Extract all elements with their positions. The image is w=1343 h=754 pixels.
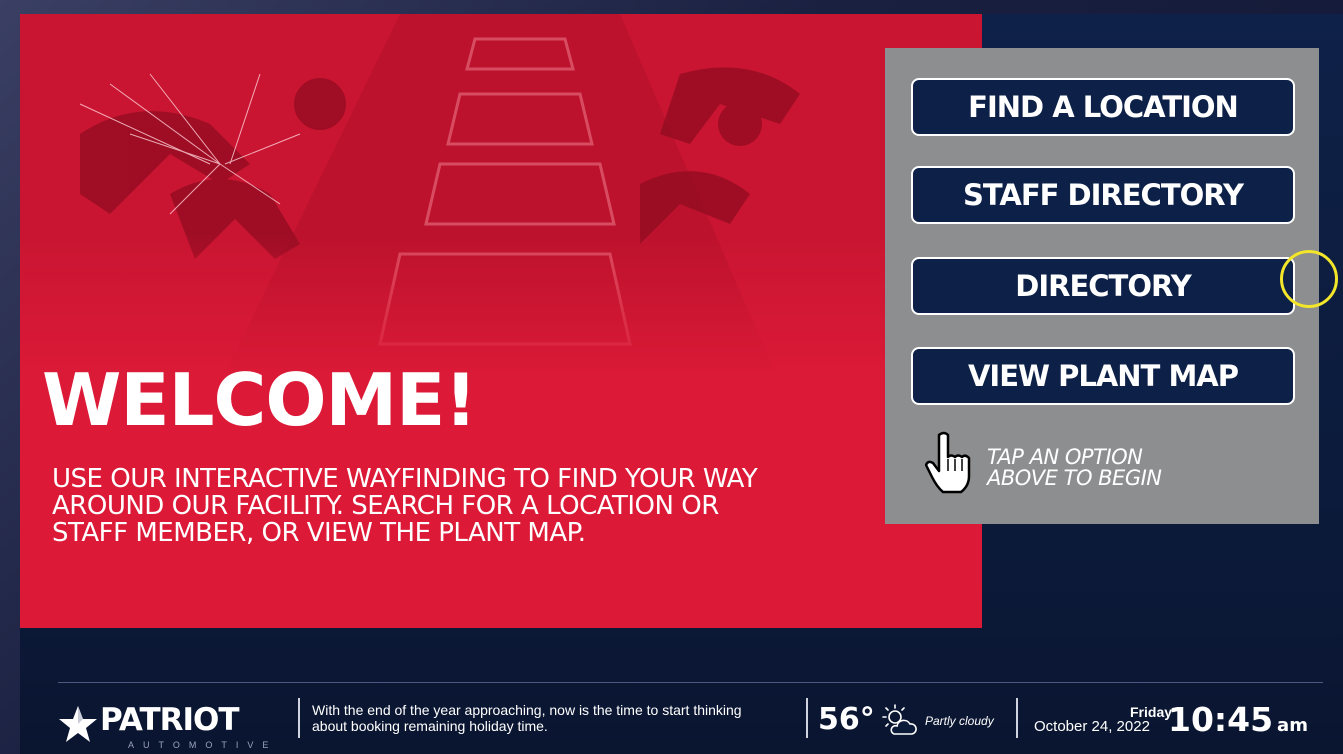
partly-cloudy-icon xyxy=(882,704,917,735)
welcome-description: USE OUR INTERACTIVE WAYFINDING TO FIND Y… xyxy=(52,464,758,548)
star-icon xyxy=(59,706,97,742)
options-panel: FIND A LOCATION STAFF DIRECTORY DIRECTOR… xyxy=(885,48,1319,524)
tap-hand-icon xyxy=(925,431,971,494)
patriot-logo: PATRIOT AUTOMOTIVE xyxy=(58,702,268,752)
clock: 10:45 am xyxy=(1168,700,1308,739)
factory-background-image xyxy=(20,14,982,384)
staff-directory-button[interactable]: STAFF DIRECTORY xyxy=(911,166,1295,224)
find-location-button[interactable]: FIND A LOCATION xyxy=(911,78,1295,136)
brand-subtitle: AUTOMOTIVE xyxy=(128,740,278,750)
tap-instruction: TAP AN OPTION ABOVE TO BEGIN xyxy=(987,445,1162,490)
brand-name: PATRIOT xyxy=(100,702,240,738)
welcome-title: WELCOME! xyxy=(42,358,477,442)
footer-separator xyxy=(806,698,808,738)
directory-button[interactable]: DIRECTORY xyxy=(911,257,1295,315)
temperature: 56° xyxy=(818,702,875,737)
touch-highlight-ring xyxy=(1280,250,1338,308)
footer-separator xyxy=(1016,698,1018,738)
view-plant-map-button[interactable]: VIEW PLANT MAP xyxy=(911,347,1295,405)
welcome-hero: WELCOME! USE OUR INTERACTIVE WAYFINDING … xyxy=(20,14,982,628)
kiosk-screen: WELCOME! USE OUR INTERACTIVE WAYFINDING … xyxy=(20,14,1343,754)
weather-condition: Partly cloudy xyxy=(925,714,994,728)
announcement-text: With the end of the year approaching, no… xyxy=(312,702,742,734)
clock-time: 10:45 xyxy=(1168,700,1274,739)
clock-ampm: am xyxy=(1277,715,1308,736)
date: October 24, 2022 xyxy=(1034,718,1150,735)
footer-divider xyxy=(58,682,1323,683)
footer-separator xyxy=(298,698,300,738)
